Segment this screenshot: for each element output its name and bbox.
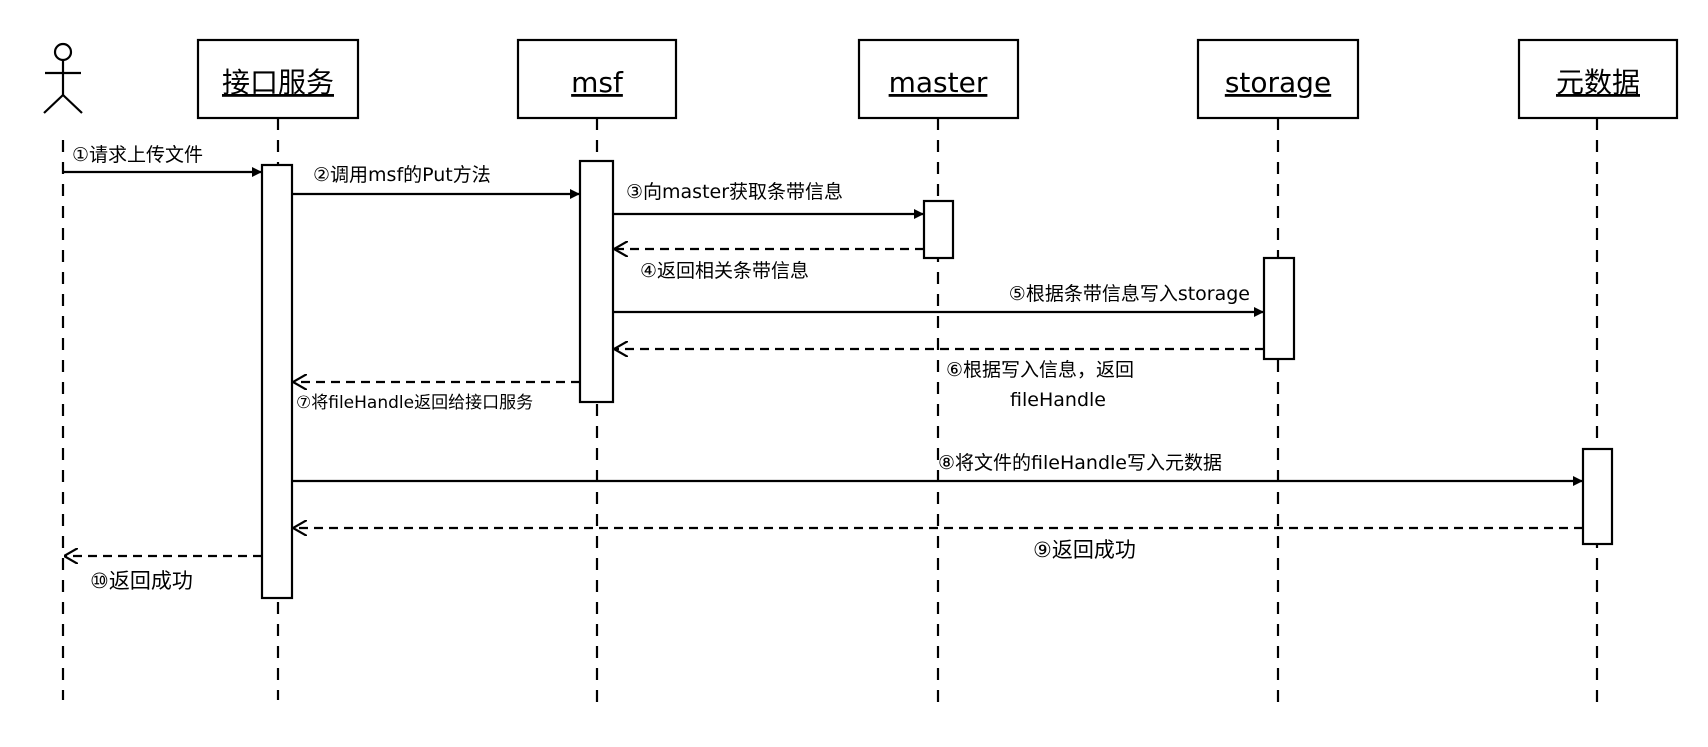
message-label: ①请求上传文件 [72, 144, 203, 166]
message-3: ③向master获取条带信息 [613, 181, 924, 219]
message-7: ⑦将fileHandle返回给接口服务 [293, 382, 580, 413]
participant-label: msf [571, 66, 624, 99]
message-label: ⑧将文件的fileHandle写入元数据 [938, 452, 1222, 474]
participant-label: master [889, 66, 988, 99]
message-1: ①请求上传文件 [64, 144, 262, 177]
message-label: ⑨返回成功 [1033, 538, 1136, 562]
message-4: ④返回相关条带信息 [614, 249, 924, 282]
activation-master [922, 199, 955, 260]
activation-msf [578, 159, 615, 404]
message-2: ②调用msf的Put方法 [292, 164, 580, 199]
actor-left-leg [43, 94, 64, 114]
actor-user [43, 42, 83, 114]
message-6: ⑥根据写入信息，返回 fileHandle [614, 349, 1264, 411]
message-label: ⑦将fileHandle返回给接口服务 [296, 393, 533, 413]
actor-head [53, 42, 73, 62]
participant-label: storage [1225, 66, 1331, 99]
actor-right-leg [62, 94, 83, 114]
message-label: ⑥根据写入信息，返回 [946, 359, 1134, 381]
participant-api: 接口服务 [196, 38, 360, 120]
activation-storage [1262, 256, 1296, 361]
activation-meta [1581, 447, 1614, 546]
participant-meta: 元数据 [1517, 38, 1679, 120]
participant-msf: msf [516, 38, 678, 120]
participant-label: 元数据 [1556, 66, 1640, 99]
message-10: ⑩返回成功 [64, 556, 262, 593]
participant-master: master [857, 38, 1020, 120]
activation-api [260, 163, 294, 600]
participant-storage: storage [1196, 38, 1360, 120]
message-label: ②调用msf的Put方法 [313, 164, 491, 186]
message-label: ⑤根据条带信息写入storage [1009, 283, 1250, 305]
message-label-line2: fileHandle [1010, 389, 1106, 411]
participant-label: 接口服务 [222, 66, 334, 99]
message-label: ⑩返回成功 [90, 569, 193, 593]
sequence-diagram: 接口服务 msf master storage 元数据 ①请求上传文件 ②调用m… [43, 38, 1679, 712]
message-label: ④返回相关条带信息 [640, 260, 809, 282]
message-label: ③向master获取条带信息 [626, 181, 843, 203]
